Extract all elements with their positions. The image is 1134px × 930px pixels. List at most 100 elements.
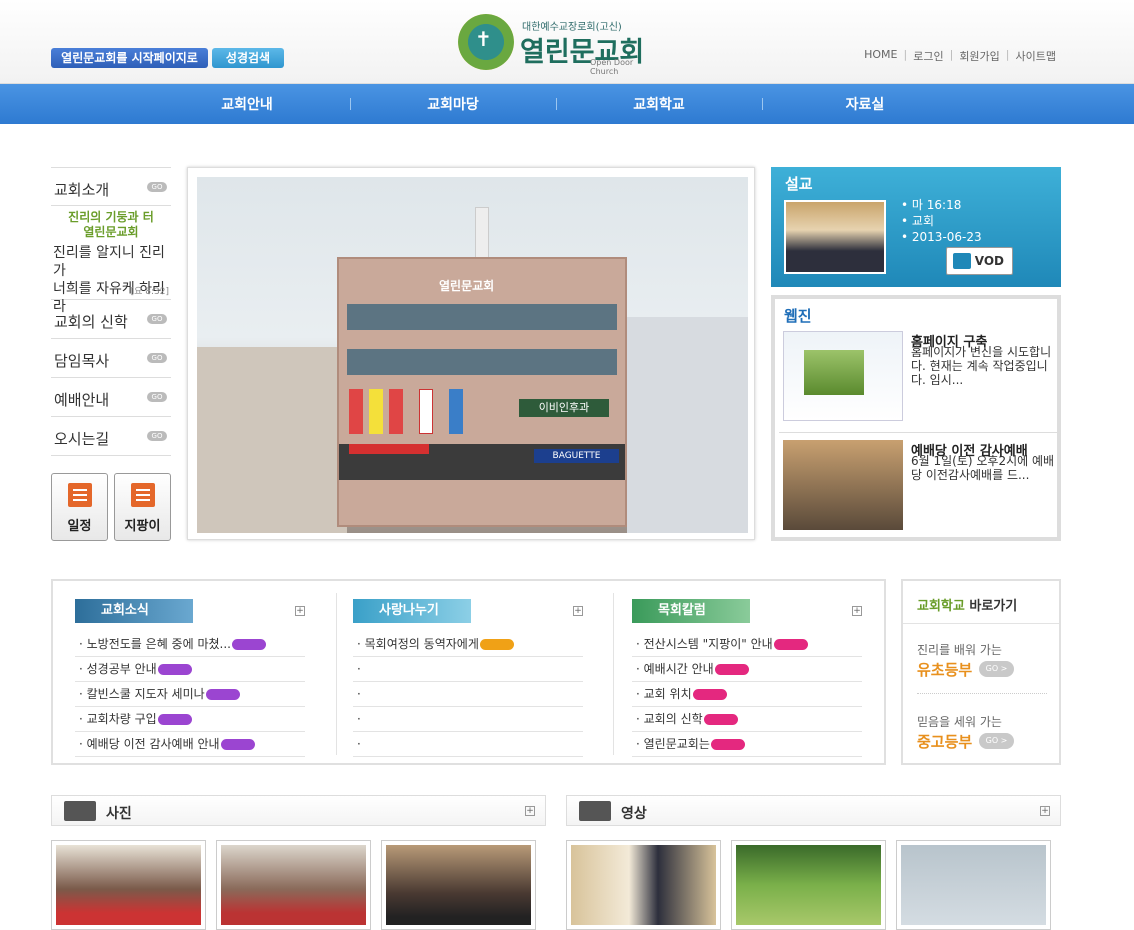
verse-reference: [요 8:32] xyxy=(130,287,169,297)
camera-icon xyxy=(64,801,96,821)
sermon-info: 마 16:18 교회 2013-06-23 xyxy=(901,197,982,245)
nav-archive[interactable]: 자료실 xyxy=(765,94,965,114)
webzine-post-desc: 홈페이지가 변신을 시도합니다. 현재는 계속 작업중입니다. 임시... xyxy=(911,345,1052,387)
new-badge-icon xyxy=(157,664,192,675)
more-icon[interactable]: + xyxy=(1040,806,1050,816)
left-menu: 교회소개 GO 진리의 기둥과 터 열린문교회 진리를 알지니 진리가 너희를 자유… xyxy=(51,167,171,456)
clapperboard-icon xyxy=(579,801,611,821)
login-link[interactable]: 로그인 xyxy=(907,48,949,64)
list-item[interactable]: 교회차량 구입 xyxy=(75,707,305,732)
main-building: 열린문교회 이비인후과 BAGUETTE xyxy=(337,257,627,527)
menu-label: 오시는길 xyxy=(54,430,110,448)
list-item[interactable]: 목회여정의 동역자에게 xyxy=(353,632,583,657)
tab-church-news[interactable]: 교회소식 xyxy=(75,599,193,623)
go-icon[interactable]: GO xyxy=(147,392,167,402)
list-item[interactable]: 열린문교회는 xyxy=(632,732,862,757)
new-badge-icon xyxy=(479,639,514,650)
vod-button[interactable]: VOD xyxy=(946,247,1013,275)
bible-search-button[interactable]: 성경검색 xyxy=(212,48,284,68)
pastor-photo[interactable] xyxy=(784,200,886,274)
sermon-date: 2013-06-23 xyxy=(901,229,982,245)
staff-button[interactable]: 지팡이 xyxy=(114,473,171,541)
list-item[interactable]: 교회의 신학 xyxy=(632,707,862,732)
church-logo[interactable]: ✝ 대한예수교장로회(고신) 열린문교회 Open Door Church xyxy=(458,14,658,76)
header: 열린문교회를 시작페이지로 성경검색 ✝ 대한예수교장로회(고신) 열린문교회 … xyxy=(0,0,1134,84)
tab-sharing[interactable]: 사랑나누기 xyxy=(353,599,471,623)
video-thumb[interactable] xyxy=(731,840,886,930)
list-item[interactable] xyxy=(353,657,583,682)
video-thumb[interactable] xyxy=(896,840,1051,930)
list-item[interactable]: 성경공부 안내 xyxy=(75,657,305,682)
list-item[interactable]: 예배시간 안내 xyxy=(632,657,862,682)
go-icon[interactable]: GO xyxy=(147,314,167,324)
menu-worship[interactable]: 예배안내 GO xyxy=(51,378,171,417)
video-section-title[interactable]: 영상 xyxy=(621,803,647,823)
nav-church-yard[interactable]: 교회마당 xyxy=(353,94,553,114)
building-sign: 열린문교회 xyxy=(439,279,495,293)
set-startpage-button[interactable]: 열린문교회를 시작페이지로 xyxy=(51,48,208,68)
go-icon[interactable]: GO xyxy=(147,353,167,363)
school-name[interactable]: 중고등부 xyxy=(917,731,972,752)
menu-label: 예배안내 xyxy=(54,391,110,409)
list-item[interactable]: 예배당 이전 감사예배 안내 xyxy=(75,732,305,757)
signup-link[interactable]: 회원가입 xyxy=(953,48,1005,64)
window-row xyxy=(347,349,617,375)
list-item[interactable]: 교회 위치 xyxy=(632,682,862,707)
list-item[interactable] xyxy=(353,682,583,707)
go-icon[interactable]: GO xyxy=(147,182,167,192)
banner xyxy=(389,389,403,434)
nav-church-school[interactable]: 교회학교 xyxy=(559,94,759,114)
sermon-topic: 교회 xyxy=(901,213,982,229)
new-badge-icon xyxy=(157,714,192,725)
tab-pastoral-column[interactable]: 목회칼럼 xyxy=(632,599,750,623)
photo-thumb[interactable] xyxy=(51,840,206,930)
school-name[interactable]: 유초등부 xyxy=(917,659,972,680)
menu-theology[interactable]: 교회의 신학 GO xyxy=(51,300,171,339)
nav-church-info[interactable]: 교회안내 xyxy=(147,94,347,114)
nav-divider xyxy=(556,98,557,110)
left-building xyxy=(197,347,347,533)
sitemap-link[interactable]: 사이트맵 xyxy=(1010,48,1062,64)
divider xyxy=(917,693,1047,694)
divider xyxy=(903,623,1059,624)
photo-thumb[interactable] xyxy=(381,840,536,930)
banner xyxy=(349,389,363,434)
nav-divider xyxy=(762,98,763,110)
news-list: 전산시스템 "지팡이" 안내 예배시간 안내 교회 위치 교회의 신학 열린문교… xyxy=(632,632,862,757)
sermon-box: 설교 마 16:18 교회 2013-06-23 VOD xyxy=(771,167,1061,287)
schedule-button[interactable]: 일정 xyxy=(51,473,108,541)
photo-thumb[interactable] xyxy=(216,840,371,930)
list-item[interactable] xyxy=(353,732,583,757)
list-item[interactable]: 칼빈스쿨 지도자 세미나 xyxy=(75,682,305,707)
church-emblem-icon: ✝ xyxy=(458,14,514,70)
banner xyxy=(419,389,433,434)
more-icon[interactable]: + xyxy=(525,806,535,816)
more-icon[interactable]: + xyxy=(295,606,305,616)
shop-sign: BAGUETTE xyxy=(534,449,619,463)
webzine-post-desc: 6월 1일(토) 오후2시에 예배당 이전감사예배를 드... xyxy=(911,454,1055,482)
list-item[interactable]: 전산시스템 "지팡이" 안내 xyxy=(632,632,862,657)
new-badge-icon xyxy=(703,714,738,725)
menu-church-intro[interactable]: 교회소개 GO xyxy=(51,167,171,206)
webzine-thumb[interactable] xyxy=(783,331,903,421)
go-icon[interactable]: GO xyxy=(147,431,167,441)
divider xyxy=(613,593,614,755)
new-badge-icon xyxy=(773,639,808,650)
list-item[interactable] xyxy=(353,707,583,732)
webzine-thumb[interactable] xyxy=(783,440,903,530)
webzine-title: 웹진 xyxy=(784,307,812,325)
go-button[interactable]: GO > xyxy=(979,661,1014,677)
more-icon[interactable]: + xyxy=(573,606,583,616)
new-badge-icon xyxy=(205,689,240,700)
video-thumb[interactable] xyxy=(566,840,721,930)
sermon-title: 설교 xyxy=(785,175,813,193)
menu-pastor[interactable]: 담임목사 GO xyxy=(51,339,171,378)
more-icon[interactable]: + xyxy=(852,606,862,616)
home-link[interactable]: HOME xyxy=(858,48,903,64)
new-badge-icon xyxy=(710,739,745,750)
go-button[interactable]: GO > xyxy=(979,733,1014,749)
menu-directions[interactable]: 오시는길 GO xyxy=(51,417,171,456)
list-item[interactable]: 노방전도를 은혜 중에 마쳤... xyxy=(75,632,305,657)
photo-section-title[interactable]: 사진 xyxy=(106,803,132,823)
sermon-verse[interactable]: 마 16:18 xyxy=(901,197,982,213)
